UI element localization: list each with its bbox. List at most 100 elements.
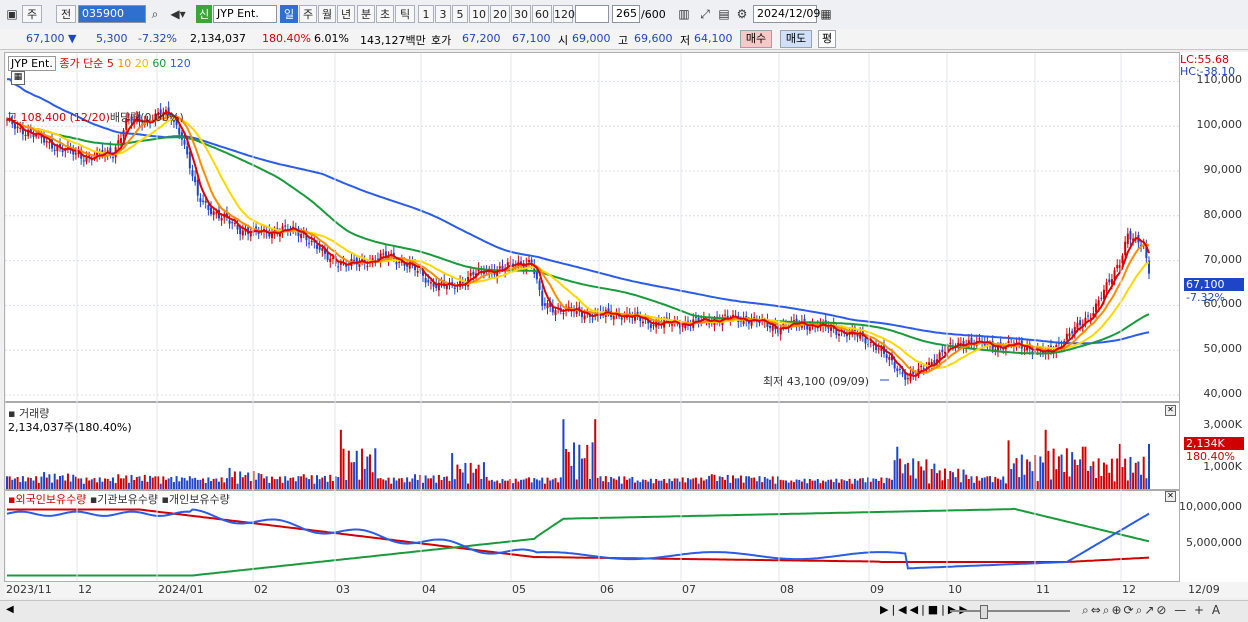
- tab-second[interactable]: 초: [376, 5, 394, 23]
- sell-button[interactable]: 매도: [780, 30, 812, 48]
- volume-bar: [96, 482, 99, 489]
- volume-bar: [268, 482, 271, 489]
- volume-bar: [305, 477, 308, 489]
- volume-bar: [922, 470, 925, 489]
- draw-tool-icon[interactable]: ⤢: [697, 5, 713, 23]
- holdings-pane-close-icon[interactable]: ✕: [1165, 491, 1176, 502]
- volume-bar: [284, 476, 287, 489]
- volume-bar: [938, 470, 941, 489]
- interval-30[interactable]: 30: [511, 5, 531, 23]
- volume-bar: [172, 482, 175, 489]
- candle-body: [212, 211, 215, 215]
- tab-day[interactable]: 일: [280, 5, 298, 23]
- gear-icon[interactable]: ⚙: [734, 5, 750, 23]
- candle-body: [856, 334, 859, 337]
- volume-bar: [273, 479, 276, 489]
- volume-bar: [652, 483, 655, 489]
- volume-bar: [1004, 483, 1007, 489]
- zoom-tools-icon[interactable]: ⌕⇔⌕⊕⟳⌕↗⊘ — + A: [1082, 603, 1222, 618]
- custom-interval-input[interactable]: [575, 5, 609, 23]
- scroll-left-arrow[interactable]: ◀: [6, 604, 14, 615]
- search-icon[interactable]: ⌕: [147, 5, 163, 23]
- date-input[interactable]: 2024/12/09: [753, 5, 820, 23]
- volume-bar: [819, 483, 822, 489]
- volume-bar: [639, 482, 642, 489]
- candle-type-icon[interactable]: ▥: [676, 5, 692, 23]
- chart-window-icon[interactable]: ▣: [4, 5, 20, 23]
- candle-body: [196, 180, 199, 196]
- volume-bar: [496, 480, 499, 489]
- interval-1[interactable]: 1: [418, 5, 434, 23]
- volume-bar: [1134, 462, 1137, 489]
- candle-body: [872, 344, 875, 346]
- volume-bar: [363, 468, 366, 489]
- interval-120[interactable]: 120: [553, 5, 575, 23]
- volume-bar: [713, 474, 716, 489]
- candle-body: [111, 157, 114, 159]
- buy-button[interactable]: 매수: [740, 30, 772, 48]
- legend-individual: ▪개인보유수량: [161, 493, 230, 506]
- candle-body: [48, 141, 51, 144]
- candle-body: [453, 287, 456, 289]
- chart-scrollbar[interactable]: ◀ ▶|◀◀|■|▶▶ ⌕⇔⌕⊕⟳⌕↗⊘ — + A: [0, 600, 1248, 622]
- candle-body: [1023, 349, 1026, 351]
- volume-bar: [88, 480, 91, 489]
- candle-body: [183, 140, 186, 145]
- volume-bar: [663, 479, 666, 489]
- candle-body: [119, 138, 122, 144]
- candle-body: [1126, 233, 1129, 244]
- interval-3[interactable]: 3: [435, 5, 451, 23]
- table-view-icon[interactable]: ▦: [11, 71, 25, 85]
- volume-bar: [329, 474, 332, 489]
- candle-body: [337, 266, 340, 268]
- volume-bar: [853, 478, 856, 489]
- candle-body: [649, 324, 652, 328]
- holdings-tick-label: 10,000,000: [1179, 500, 1242, 514]
- tab-week[interactable]: 주: [299, 5, 317, 23]
- interval-20[interactable]: 20: [490, 5, 510, 23]
- price-tick-label: 40,000: [1203, 387, 1243, 400]
- tab-month[interactable]: 월: [318, 5, 336, 23]
- candle-body: [827, 326, 830, 329]
- volume-bar: [549, 480, 552, 489]
- prev-button[interactable]: 전: [56, 5, 76, 23]
- low-price: 64,100: [694, 32, 733, 45]
- stock-code-input[interactable]: 035900: [78, 5, 146, 23]
- candle-body: [535, 271, 538, 280]
- volume-bar: [888, 478, 891, 489]
- volume-bar: [241, 477, 244, 489]
- candle-body: [398, 261, 401, 263]
- interval-10[interactable]: 10: [469, 5, 489, 23]
- tab-minute[interactable]: 분: [357, 5, 375, 23]
- volume-bar: [769, 479, 772, 489]
- price-tick-label: 70,000: [1203, 252, 1243, 266]
- volume-bar: [53, 473, 56, 489]
- trade-amount: 143,127백만: [360, 34, 426, 47]
- tab-tick[interactable]: 틱: [395, 5, 415, 23]
- chart-canvas[interactable]: JYP Ent. 종가 단순 5 10 20 60 120 ▦ 고 108,40…: [4, 52, 1180, 582]
- average-button[interactable]: 평: [818, 30, 836, 48]
- speaker-icon[interactable]: ◀▾: [166, 5, 190, 23]
- calendar-icon[interactable]: ▦: [818, 5, 834, 23]
- volume-bar: [289, 477, 292, 489]
- tab-year[interactable]: 년: [337, 5, 355, 23]
- x-tick-label: 12: [1122, 583, 1136, 596]
- volume-bar: [989, 476, 992, 489]
- candle-body: [1124, 241, 1127, 256]
- candle-body: [506, 262, 509, 266]
- period-select[interactable]: 주: [22, 5, 42, 23]
- volume-bar: [358, 479, 361, 489]
- count-input[interactable]: 265: [612, 5, 640, 23]
- volume-bar: [933, 463, 936, 489]
- interval-5[interactable]: 5: [452, 5, 468, 23]
- volume-bar: [565, 448, 568, 489]
- zoom-slider-track[interactable]: [950, 610, 1070, 612]
- save-icon[interactable]: ▤: [716, 5, 732, 23]
- volume-bar: [1071, 452, 1074, 489]
- volume-bar: [893, 460, 896, 489]
- interval-60[interactable]: 60: [532, 5, 552, 23]
- legend-institution: ▪기관보유수량: [89, 493, 159, 506]
- zoom-slider-handle[interactable]: [980, 605, 988, 619]
- volume-pane-close-icon[interactable]: ✕: [1165, 405, 1176, 416]
- volume-bar: [1060, 454, 1063, 489]
